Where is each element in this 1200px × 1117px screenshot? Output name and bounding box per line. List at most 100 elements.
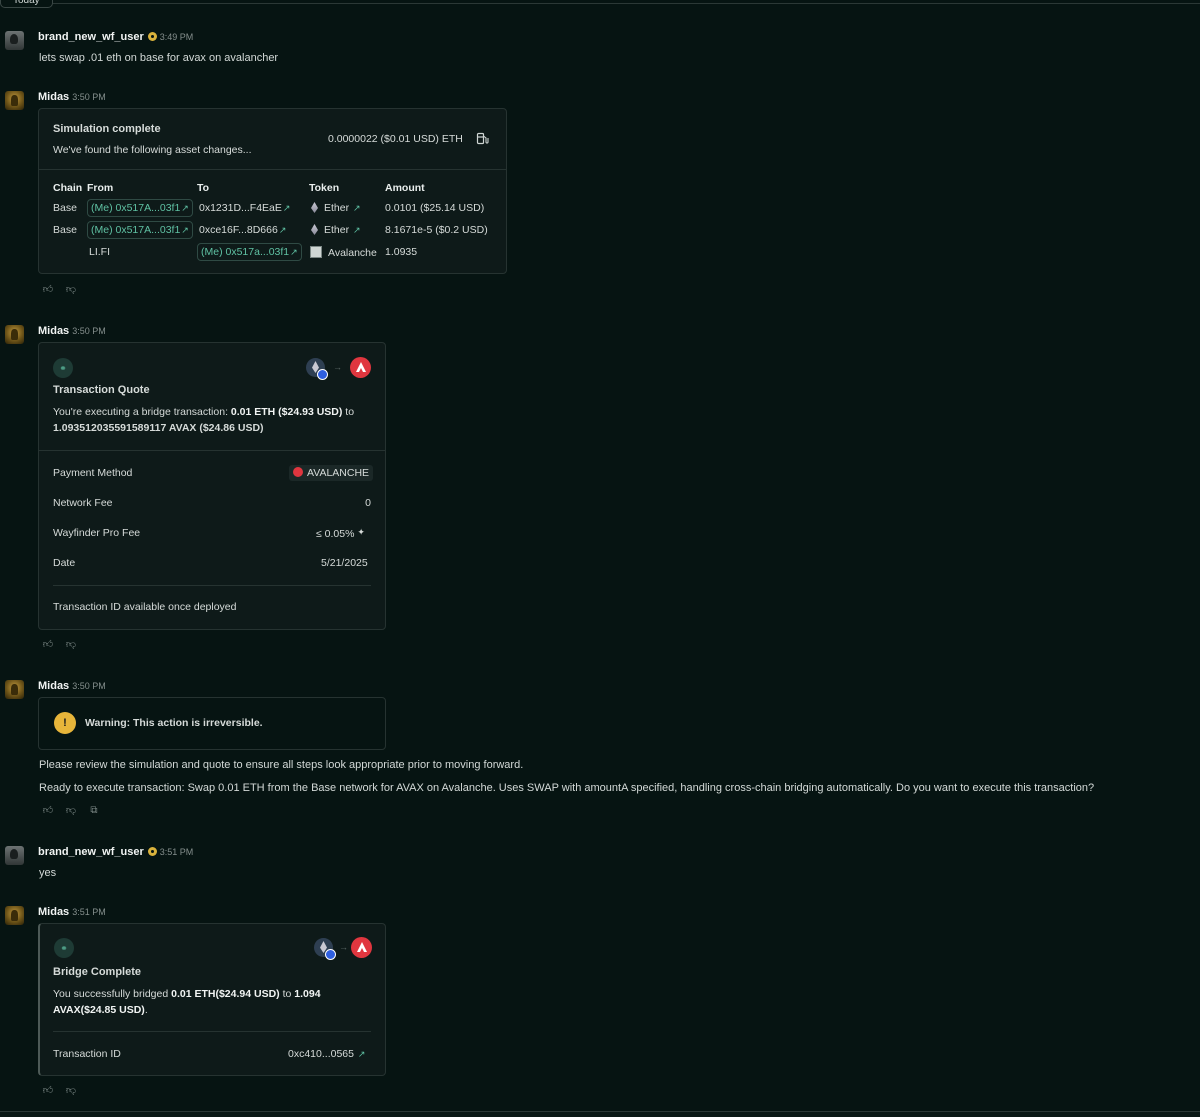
external-link-icon: ↗ — [290, 247, 298, 257]
verified-badge-icon — [147, 847, 157, 856]
network-fee-label: Network Fee — [53, 497, 113, 509]
message-actions: 👍︎ 👎︎ — [42, 284, 77, 296]
card-divider — [53, 1031, 371, 1032]
quote-description-amount: 1.093512035591589117 AVAX ($24.86 USD) — [53, 422, 264, 434]
bot-avatar — [5, 91, 24, 110]
bridge-complete-card: ⚭ → Bridge Complete You successfully bri… — [38, 923, 386, 1076]
message-actions: 👍︎ 👎︎ — [42, 639, 77, 651]
date-value: 5/21/2025 — [321, 557, 368, 569]
transaction-quote-card: ⚭ → Transaction Quote You're executing a… — [38, 342, 386, 630]
message-time: 3:49 PM — [159, 32, 194, 42]
message-time: 3:51 PM — [72, 907, 106, 917]
message-author: Midas 3:51 PM — [38, 906, 106, 918]
thumbs-up-icon[interactable]: 👍︎ — [42, 284, 54, 296]
date-label: Date — [53, 557, 76, 569]
card-divider — [39, 450, 385, 451]
message-text: lets swap .01 eth on base for avax on av… — [39, 52, 279, 64]
row-amount: 1.0935 — [385, 246, 418, 258]
row-to-link[interactable]: (Me) 0x517a...03f1↗ — [197, 243, 302, 261]
user-avatar — [5, 31, 24, 50]
arrow-right-icon: → — [333, 362, 342, 372]
row-from: LI.FI — [89, 246, 111, 258]
copy-icon[interactable]: ⧉ — [88, 805, 100, 817]
col-header-chain: Chain — [53, 182, 83, 194]
message-author: brand_new_wf_user 3:49 PM — [38, 31, 194, 43]
payment-method-chip[interactable]: AVALANCHE — [289, 465, 374, 481]
bot-avatar — [5, 680, 24, 699]
warning-text: Warning: This action is irreversible. — [85, 717, 263, 729]
thumbs-down-icon[interactable]: 👎︎ — [65, 1085, 77, 1097]
external-link-icon: ↗ — [278, 225, 287, 235]
row-token-link[interactable]: Ether ↗ — [311, 202, 361, 214]
external-link-icon: ↗ — [181, 203, 189, 213]
message-author: Midas 3:50 PM — [38, 325, 106, 337]
simulation-title: Simulation complete — [53, 123, 161, 135]
ether-icon — [311, 224, 318, 235]
bot-avatar — [5, 906, 24, 925]
thumbs-up-icon[interactable]: 👍︎ — [42, 639, 54, 651]
composer-edge — [0, 1111, 1200, 1117]
link-icon: ⚭ — [54, 938, 74, 958]
thumbs-down-icon[interactable]: 👎︎ — [65, 284, 77, 296]
message-author: brand_new_wf_user 3:51 PM — [38, 846, 194, 858]
payment-method-label: Payment Method — [53, 467, 133, 479]
row-from-link[interactable]: (Me) 0x517A...03f1↗ — [87, 221, 193, 239]
warning-icon: ! — [54, 712, 76, 734]
thumbs-down-icon[interactable]: 👎︎ — [65, 805, 77, 817]
simulation-subtitle: We've found the following asset changes.… — [53, 144, 252, 156]
col-header-token: Token — [309, 182, 340, 194]
message-actions: 👍︎ 👎︎ — [42, 1085, 77, 1097]
external-link-icon: ↗ — [357, 1049, 366, 1059]
txid-link[interactable]: 0xc410...0565 ↗ — [288, 1048, 365, 1060]
thumbs-down-icon[interactable]: 👎︎ — [65, 639, 77, 651]
message-time: 3:50 PM — [72, 681, 106, 691]
gas-estimate: 0.0000022 ($0.01 USD) ETH — [328, 133, 463, 145]
bridge-description: You successfully bridged 0.01 ETH($24.94… — [53, 988, 321, 1000]
bridge-title: Bridge Complete — [53, 966, 142, 978]
thumbs-up-icon[interactable]: 👍︎ — [42, 805, 54, 817]
row-amount: 0.0101 ($25.14 USD) — [385, 202, 485, 214]
bot-avatar — [5, 325, 24, 344]
col-header-to: To — [197, 182, 210, 194]
bridge-description-cont: AVAX($24.85 USD). — [53, 1004, 148, 1016]
quote-description: You're executing a bridge transaction: 0… — [53, 406, 355, 418]
network-fee-value: 0 — [365, 497, 371, 509]
sparkle-icon: ✦ — [357, 527, 365, 537]
row-token-link[interactable]: Ether ↗ — [311, 224, 361, 236]
quote-title: Transaction Quote — [53, 384, 150, 396]
message-time: 3:51 PM — [159, 847, 194, 857]
row-token: Avalanche — [310, 246, 377, 259]
external-link-icon: ↗ — [353, 225, 361, 235]
message-time: 3:50 PM — [72, 326, 106, 336]
user-avatar — [5, 846, 24, 865]
avalanche-icon — [293, 467, 303, 477]
thumbs-up-icon[interactable]: 👍︎ — [42, 1085, 54, 1097]
pro-fee-label: Wayfinder Pro Fee — [53, 527, 141, 539]
today-label: Today — [0, 0, 53, 8]
card-divider — [39, 169, 506, 170]
message-text: Ready to execute transaction: Swap 0.01 … — [39, 782, 1095, 794]
gas-pump-icon — [476, 132, 489, 145]
ethereum-base-icon — [306, 358, 328, 380]
external-link-icon: ↗ — [282, 203, 291, 213]
pro-fee-value: ≤ 0.05% ✦ — [316, 527, 365, 540]
arrow-right-icon: → — [339, 942, 348, 952]
broken-image-icon — [310, 246, 322, 258]
external-link-icon: ↗ — [353, 203, 361, 213]
message-actions: 👍︎ 👎︎ ⧉ — [42, 805, 100, 817]
txid-label: Transaction ID — [53, 1048, 121, 1060]
message-text: Please review the simulation and quote t… — [39, 759, 524, 771]
avalanche-icon — [350, 357, 371, 378]
row-from-link[interactable]: (Me) 0x517A...03f1↗ — [87, 199, 193, 217]
warning-card: ! Warning: This action is irreversible. — [38, 697, 386, 750]
message-author: Midas 3:50 PM — [38, 680, 106, 692]
txid-note: Transaction ID available once deployed — [53, 601, 237, 613]
row-to-link[interactable]: 0xce16F...8D666↗ — [199, 224, 286, 236]
ether-icon — [311, 202, 318, 213]
ethereum-base-icon — [314, 938, 336, 960]
col-header-from: From — [87, 182, 114, 194]
row-amount: 8.1671e-5 ($0.2 USD) — [385, 224, 488, 236]
row-to-link[interactable]: 0x1231D...F4EaE↗ — [199, 202, 290, 214]
avalanche-icon — [351, 937, 372, 958]
message-time: 3:50 PM — [72, 92, 106, 102]
